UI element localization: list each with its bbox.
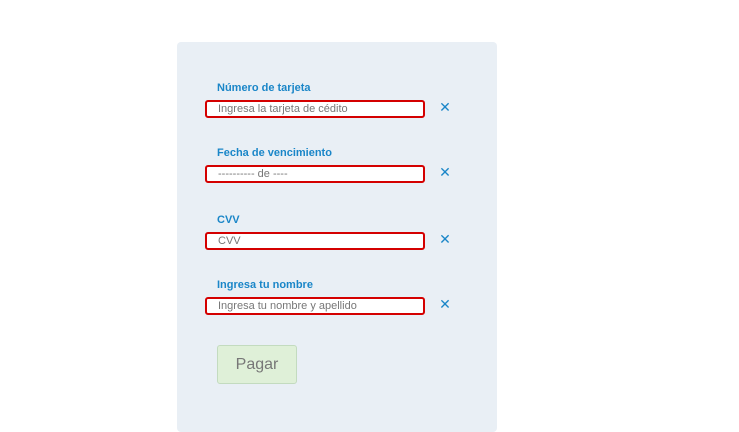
name-label: Ingresa tu nombre xyxy=(217,279,313,291)
card-number-label: Número de tarjeta xyxy=(217,82,311,94)
name-clear-icon[interactable]: ✕ xyxy=(439,296,451,312)
expiry-date-clear-icon[interactable]: ✕ xyxy=(439,164,451,180)
expiry-date-input[interactable] xyxy=(205,165,425,183)
cvv-input[interactable] xyxy=(205,232,425,250)
card-number-input[interactable] xyxy=(205,100,425,118)
card-number-clear-icon[interactable]: ✕ xyxy=(439,99,451,115)
cvv-label: CVV xyxy=(217,214,240,226)
cvv-clear-icon[interactable]: ✕ xyxy=(439,231,451,247)
payment-form-panel: Número de tarjeta ✕ Fecha de vencimiento… xyxy=(177,42,497,432)
pay-button[interactable]: Pagar xyxy=(217,345,297,384)
name-input[interactable] xyxy=(205,297,425,315)
expiry-date-label: Fecha de vencimiento xyxy=(217,147,332,159)
